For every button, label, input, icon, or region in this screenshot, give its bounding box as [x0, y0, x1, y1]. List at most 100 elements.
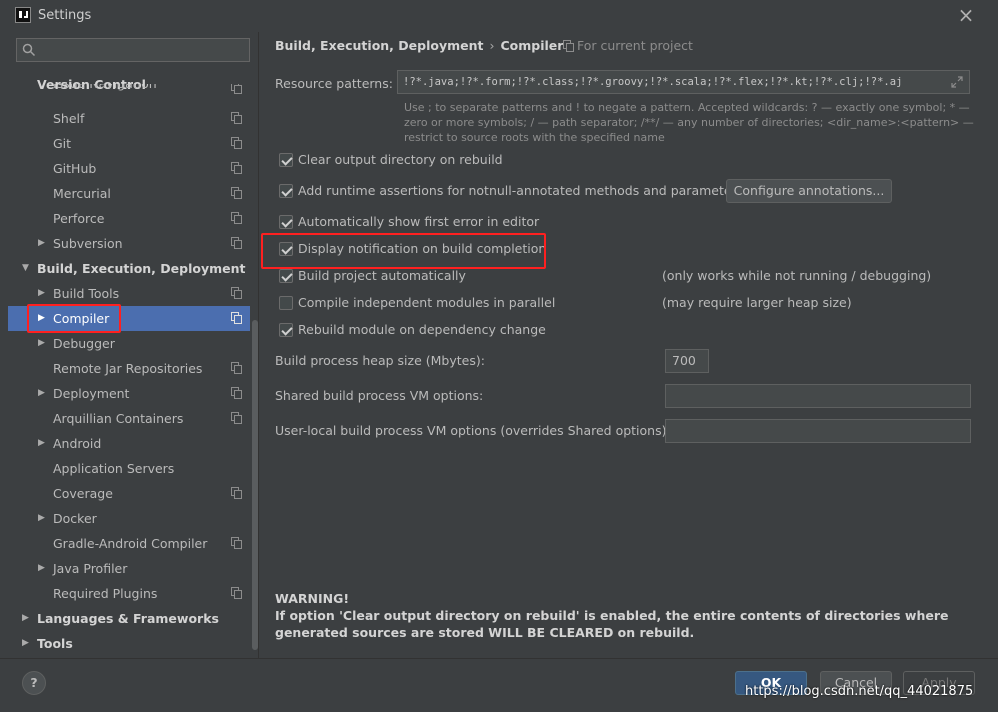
intellij-logo-icon: [15, 7, 31, 23]
tree-label: Arquillian Containers: [53, 411, 184, 426]
highlight-box: [261, 233, 546, 269]
tree-label: Mercurial: [53, 186, 111, 201]
tree-item-remote-jar-repositories[interactable]: Remote Jar Repositories: [8, 356, 250, 381]
tree-item-deployment[interactable]: ▶ Deployment: [8, 381, 250, 406]
tree-item-arquillian-containers[interactable]: Arquillian Containers: [8, 406, 250, 431]
shared-vm-options-input[interactable]: [665, 384, 971, 408]
tree-label: Gradle-Android Compiler: [53, 536, 208, 551]
copy-icon: [231, 587, 242, 599]
compile-parallel-checkbox[interactable]: [279, 296, 293, 310]
tree-label: Docker: [53, 511, 97, 526]
search-box[interactable]: [16, 38, 250, 62]
chevron-right-icon[interactable]: ▶: [38, 231, 45, 256]
expand-icon[interactable]: [951, 76, 963, 88]
copy-icon: [231, 487, 242, 499]
clear-output-checkbox[interactable]: [279, 153, 293, 167]
settings-tree: Version Control Issue Navigation Shelf G…: [8, 74, 250, 658]
tree-item-tools[interactable]: ▶ Tools: [8, 631, 250, 656]
tree-item-issue-navigation[interactable]: Issue Navigation: [8, 84, 250, 98]
show-first-error-checkbox[interactable]: [279, 215, 293, 229]
tree-label: Java Profiler: [53, 561, 128, 576]
chevron-right-icon[interactable]: ▶: [38, 381, 45, 406]
tree-label: Android: [53, 436, 102, 451]
tree-item-required-plugins[interactable]: Required Plugins: [8, 581, 250, 606]
rebuild-module-label[interactable]: Rebuild module on dependency change: [298, 322, 546, 337]
warning-title: WARNING!: [275, 591, 350, 606]
shared-vm-options-label: Shared build process VM options:: [275, 388, 484, 403]
breadcrumb-parent: Build, Execution, Deployment: [275, 38, 484, 53]
tree-item-subversion[interactable]: ▶ Subversion: [8, 231, 250, 256]
resource-patterns-hint: Use ; to separate patterns and ! to nega…: [404, 101, 974, 144]
compile-parallel-label[interactable]: Compile independent modules in parallel: [298, 295, 555, 310]
tree-item-coverage[interactable]: Coverage: [8, 481, 250, 506]
copy-icon: [231, 287, 242, 299]
tree-label: Coverage: [53, 486, 113, 501]
chevron-right-icon[interactable]: ▶: [38, 281, 45, 306]
copy-icon: [231, 112, 242, 124]
dialog-footer: ? OK Cancel Apply https://blog.csdn.net/…: [0, 658, 998, 712]
tree-label: Required Plugins: [53, 586, 158, 601]
copy-icon: [231, 187, 242, 199]
chevron-right-icon[interactable]: ▶: [22, 606, 29, 631]
copy-icon: [231, 412, 242, 424]
rebuild-module-checkbox[interactable]: [279, 323, 293, 337]
tree-item-android[interactable]: ▶ Android: [8, 431, 250, 456]
chevron-right-icon[interactable]: ▶: [38, 556, 45, 581]
runtime-assertions-checkbox[interactable]: [279, 184, 293, 198]
copy-icon: [231, 162, 242, 174]
chevron-right-icon[interactable]: ▶: [38, 431, 45, 456]
search-icon: [22, 43, 36, 57]
tree-label: Tools: [37, 636, 73, 651]
heap-size-input[interactable]: 700: [665, 349, 709, 373]
tree-item-java-profiler[interactable]: ▶ Java Profiler: [8, 556, 250, 581]
tree-label: Languages & Frameworks: [37, 611, 219, 626]
breadcrumb-current: Compiler: [500, 38, 564, 53]
user-vm-options-input[interactable]: [665, 419, 971, 443]
tree-item-debugger[interactable]: ▶ Debugger: [8, 331, 250, 356]
runtime-assertions-label[interactable]: Add runtime assertions for notnull-annot…: [298, 183, 743, 198]
build-automatically-checkbox[interactable]: [279, 269, 293, 283]
tree-item-build-tools[interactable]: ▶ Build Tools: [8, 281, 250, 306]
chevron-down-icon[interactable]: ▼: [22, 256, 29, 281]
tree-item-build-execution-deployment[interactable]: ▼ Build, Execution, Deployment: [8, 256, 250, 281]
user-vm-options-label: User-local build process VM options (ove…: [275, 423, 671, 438]
tree-label: Issue Navigation: [53, 84, 157, 96]
show-first-error-label[interactable]: Automatically show first error in editor: [298, 214, 539, 229]
tree-label: Git: [53, 136, 72, 151]
chevron-right-icon[interactable]: ▶: [38, 506, 45, 531]
close-button[interactable]: ×: [956, 4, 976, 26]
tree-label: Build, Execution, Deployment: [37, 261, 246, 276]
tree-item-shelf[interactable]: Shelf: [8, 106, 250, 131]
tree-item-languages-frameworks[interactable]: ▶ Languages & Frameworks: [8, 606, 250, 631]
copy-icon: [231, 387, 242, 399]
resource-patterns-input[interactable]: !?*.java;!?*.form;!?*.class;!?*.groovy;!…: [397, 70, 970, 94]
tree-item-application-servers[interactable]: Application Servers: [8, 456, 250, 481]
tree-item-github[interactable]: GitHub: [8, 156, 250, 181]
tree-item-docker[interactable]: ▶ Docker: [8, 506, 250, 531]
build-automatically-label[interactable]: Build project automatically: [298, 268, 466, 283]
search-input[interactable]: [39, 41, 244, 59]
watermark-text: https://blog.csdn.net/qq_44021875: [745, 684, 974, 699]
tree-label: Remote Jar Repositories: [53, 361, 203, 376]
copy-icon: [231, 212, 242, 224]
tree-item-perforce[interactable]: Perforce: [8, 206, 250, 231]
tree-item-git[interactable]: Git: [8, 131, 250, 156]
copy-icon: [231, 362, 242, 374]
clear-output-label[interactable]: Clear output directory on rebuild: [298, 152, 503, 167]
settings-sidebar: Version Control Issue Navigation Shelf G…: [8, 32, 258, 658]
configure-annotations-button[interactable]: Configure annotations...: [726, 179, 892, 203]
copy-icon: [231, 137, 242, 149]
chevron-right-icon[interactable]: ▶: [22, 631, 29, 656]
tree-item-mercurial[interactable]: Mercurial: [8, 181, 250, 206]
tree-label: Perforce: [53, 211, 105, 226]
tree-item-gradle-android-compiler[interactable]: Gradle-Android Compiler: [8, 531, 250, 556]
window-title: Settings: [38, 8, 92, 23]
scope-note: For current project: [563, 38, 693, 53]
tree-label: Application Servers: [53, 461, 175, 476]
copy-icon: [231, 84, 242, 94]
build-automatically-note: (only works while not running / debuggin…: [662, 268, 932, 283]
chevron-right-icon[interactable]: ▶: [38, 331, 45, 356]
tree-label: Debugger: [53, 336, 115, 351]
help-button[interactable]: ?: [22, 671, 46, 695]
title-bar: Settings ×: [0, 0, 998, 32]
